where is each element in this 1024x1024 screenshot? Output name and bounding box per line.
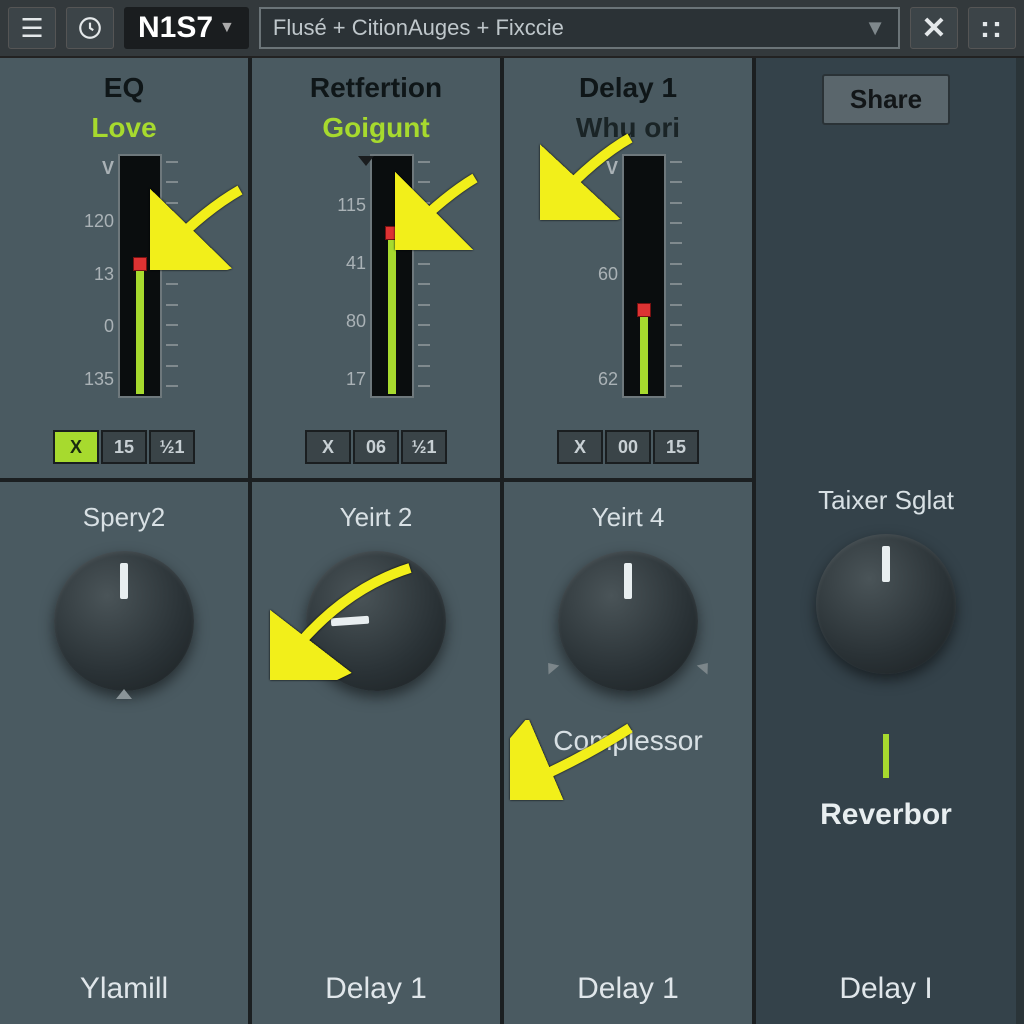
channel-subtitle: Goigunt [322,112,429,144]
fader-handle[interactable] [637,303,651,317]
pan-knob[interactable] [558,551,698,691]
master-knob[interactable] [816,534,956,674]
channel-title: Delay 1 [579,72,677,104]
plugin-chain-selector[interactable]: Flusé + CitionAuges + Fixccie ▼ [259,7,900,49]
channel-footer: Ylamill [80,972,168,1006]
meter-ticks [166,154,180,394]
meter-scale: V 120 13 0 135 [68,154,114,394]
preset-selector[interactable]: N1S7 ▼ [124,7,249,49]
value-button[interactable]: 06 [353,430,399,464]
level-meter[interactable] [370,154,414,398]
knob-indicator [882,546,890,582]
divider [252,478,500,482]
meter-ticks [418,154,432,394]
knob-label: Yeirt 2 [340,502,413,533]
knob-indicator [331,616,369,627]
plugin-chain-text: Flusé + CitionAuges + Fixccie [273,15,564,41]
channel-subtitle: Whu ori [576,112,680,144]
channel-buttons: X 00 15 [557,430,699,464]
grid-icon[interactable]: :: [968,7,1016,49]
channel-title: Retfertion [310,72,442,104]
meter-fill [136,262,144,394]
channel-eq: EQ Love V 120 13 0 135 X 15 ½1 [0,58,252,1024]
pan-knob[interactable] [306,551,446,691]
knob-label: Yeirt 4 [592,502,665,533]
menu-icon[interactable]: ☰ [8,7,56,49]
value-button[interactable]: ½1 [401,430,447,464]
channel-retfertion: Retfertion Goigunt 115 41 80 17 X [252,58,504,1024]
fader-handle[interactable] [133,257,147,271]
fader-handle[interactable] [385,226,399,240]
knob-pointer-icon [116,689,132,699]
effect-label: Reverbor [820,798,952,832]
effect-label: Complessor [553,725,702,757]
channel-footer: Delay 1 [577,972,679,1006]
meter-scale: V 60 62 [572,154,618,394]
value-button[interactable]: 00 [605,430,651,464]
meter-scale: 115 41 80 17 [320,154,366,394]
divider [0,478,248,482]
marker-icon [358,156,374,166]
channel-delay1: Delay 1 Whu ori V 60 62 X 00 15 [504,58,756,1024]
meter-fill [388,231,396,394]
channel-subtitle: Love [91,112,156,144]
mute-button[interactable]: X [557,430,603,464]
preset-name: N1S7 [138,11,213,45]
channel-footer: Delay 1 [325,972,427,1006]
caret-down-icon: ▼ [219,19,235,37]
master-channel: Share Taixer Sglat Reverbor Delay I [756,58,1016,1024]
level-meter[interactable] [118,154,162,398]
value-button[interactable]: 15 [101,430,147,464]
channel-title: EQ [104,72,144,104]
meter-block: V 120 13 0 135 [68,154,180,414]
share-button[interactable]: Share [822,74,950,125]
close-button[interactable]: ✕ [910,7,958,49]
knob-label: Taixer Sglat [818,485,954,516]
meter-block: V 60 62 [572,154,684,414]
channel-buttons: X 06 ½1 [305,430,447,464]
toolbar: ☰ N1S7 ▼ Flusé + CitionAuges + Fixccie ▼… [0,0,1024,58]
divider [504,478,752,482]
knob-indicator [120,563,128,599]
accent-indicator [883,734,889,778]
knob-label: Spery2 [83,502,165,533]
mixer-channels: EQ Love V 120 13 0 135 X 15 ½1 [0,58,1024,1024]
channel-footer: Delay I [839,972,932,1006]
meter-block: 115 41 80 17 [320,154,432,414]
channel-buttons: X 15 ½1 [53,430,195,464]
caret-down-icon: ▼ [864,15,886,41]
value-button[interactable]: ½1 [149,430,195,464]
value-button[interactable]: 15 [653,430,699,464]
level-meter[interactable] [622,154,666,398]
history-icon[interactable] [66,7,114,49]
knob-indicator [624,563,632,599]
pan-knob[interactable] [54,551,194,691]
mute-button[interactable]: X [53,430,99,464]
meter-ticks [670,154,684,394]
meter-fill [640,308,648,394]
mute-button[interactable]: X [305,430,351,464]
